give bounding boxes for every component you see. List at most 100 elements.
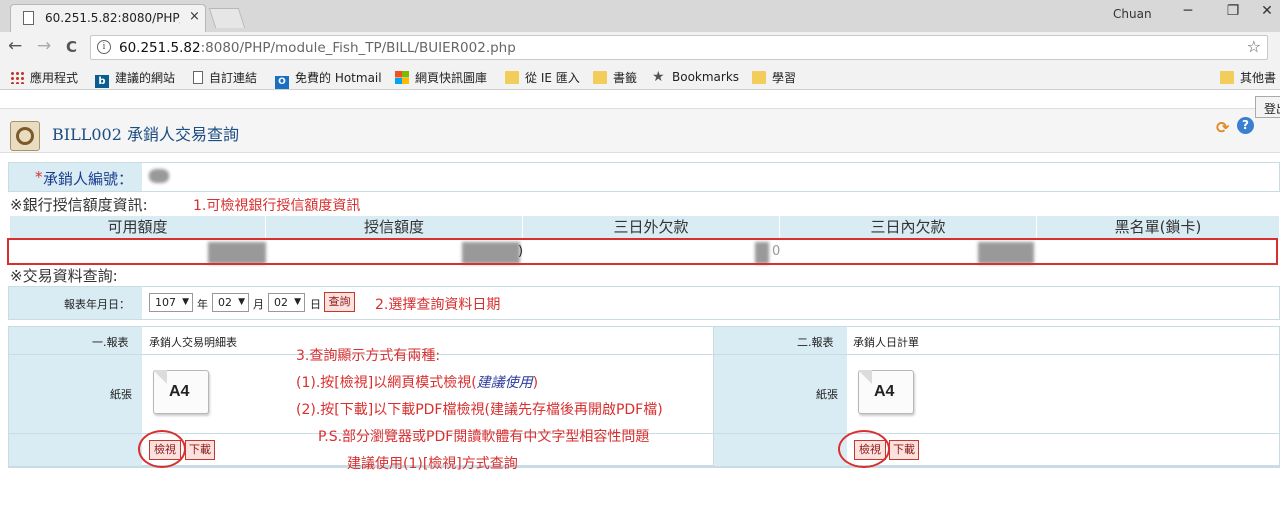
site-info-icon[interactable]: i xyxy=(97,40,111,54)
header-debt-within-3days: 三日內欠款 xyxy=(780,216,1037,238)
report-date-label: 報表年月日： xyxy=(64,298,130,311)
day-select[interactable]: 02 ▼ xyxy=(268,293,305,312)
bookmark-ie-import[interactable]: 從 IE 匯入 xyxy=(505,69,580,86)
bank-section-title: ※銀行授信額度資訊: xyxy=(10,196,148,214)
bookmark-label: 學習 xyxy=(772,71,797,85)
bookmark-label: 自訂連結 xyxy=(209,71,258,85)
required-star: * xyxy=(35,168,43,186)
folder-icon xyxy=(1220,71,1234,84)
minimize-icon[interactable]: ─ xyxy=(1176,3,1200,19)
month-unit: 月 xyxy=(253,298,264,311)
page-icon xyxy=(193,71,203,84)
bookmark-web-slice[interactable]: 網頁快訊圖庫 xyxy=(395,69,487,86)
annotation-note-3-line2: (2).按[下載]以下載PDF檔檢視(建議先存檔後再開啟PDF檔) xyxy=(296,402,663,418)
month-value: 02 xyxy=(218,296,232,309)
close-window-icon[interactable]: ✕ xyxy=(1255,3,1279,19)
annotation-note-3-line4: 建議使用(1)[檢視]方式查詢 xyxy=(347,456,518,472)
header-debt-over-3days: 三日外欠款 xyxy=(523,216,780,238)
bookmark-label: 其他書 xyxy=(1240,71,1277,85)
month-select[interactable]: 02 ▼ xyxy=(212,293,249,312)
bookmark-label: Bookmarks xyxy=(672,70,740,84)
report1-number: 一.報表 xyxy=(92,336,129,349)
transaction-section-title: ※交易資料查詢: xyxy=(10,267,118,285)
annotation-note-3-line3: P.S.部分瀏覽器或PDF閱讀軟體有中文字型相容性問題 xyxy=(318,429,650,445)
star-icon: ★ xyxy=(652,69,665,85)
bookmark-study[interactable]: 學習 xyxy=(752,69,796,86)
annotation-note-3-title: 3.查詢顯示方式有兩種: xyxy=(296,348,441,364)
underwriter-row: * 承銷人編號： xyxy=(8,162,1280,192)
annotation-highlight-box xyxy=(7,238,1278,265)
bookmark-other[interactable]: 其他書 xyxy=(1220,69,1276,86)
note3-line1-pre: (1).按[檢視]以網頁模式檢視( xyxy=(296,375,477,391)
folder-icon xyxy=(593,71,607,84)
annotation-note-2: 2.選擇查詢資料日期 xyxy=(375,297,501,313)
a4-paper-icon[interactable]: A4 xyxy=(153,368,211,416)
bookmark-star-icon[interactable]: ☆ xyxy=(1247,37,1261,56)
reload-icon[interactable]: C xyxy=(66,38,77,56)
bookmark-label: 應用程式 xyxy=(30,71,79,85)
help-icon[interactable]: ? xyxy=(1237,117,1254,134)
a4-text: A4 xyxy=(874,383,895,400)
logout-button[interactable]: 登出 xyxy=(1255,96,1280,118)
new-tab-button[interactable] xyxy=(208,8,246,28)
header-available-credit: 可用額度 xyxy=(10,216,266,238)
profile-name[interactable]: Chuan xyxy=(1113,7,1152,21)
refresh-icon[interactable]: ⟳ xyxy=(1216,118,1229,137)
a4-text: A4 xyxy=(169,383,190,400)
bookmark-hotmail[interactable]: O 免費的 Hotmail xyxy=(275,69,382,89)
chevron-down-icon: ▼ xyxy=(182,297,189,307)
bookmarks-bar: 應用程式 b 建議的網站 自訂連結 O 免費的 Hotmail 網頁快訊圖庫 從 I… xyxy=(0,62,1280,90)
bookmark-bookmarks[interactable]: ★ Bookmarks xyxy=(652,69,739,85)
page-icon xyxy=(23,11,34,25)
ship-wheel-icon xyxy=(10,121,40,151)
url-host: 60.251.5.82 xyxy=(119,40,201,56)
annotation-note-1: 1.可檢視銀行授信額度資訊 xyxy=(193,198,361,214)
bookmark-label: 免費的 Hotmail xyxy=(295,71,382,85)
underwriter-id-redacted xyxy=(149,169,169,183)
column-divider xyxy=(713,327,714,466)
page-header: BILL002 承銷人交易查詢 ⟳ ? xyxy=(0,108,1280,153)
report2-name: 承銷人日計單 xyxy=(853,336,919,349)
annotation-note-3-line1: (1).按[檢視]以網頁模式檢視(建議使用) xyxy=(296,372,538,392)
windows-icon xyxy=(395,71,409,84)
bookmark-apps[interactable]: 應用程式 xyxy=(10,69,78,86)
bookmark-label: 從 IE 匯入 xyxy=(525,71,580,85)
browser-tab-bar: 60.251.5.82:8080/PHP/( × Chuan ─ ❐ ✕ xyxy=(0,0,1280,32)
annotation-circle xyxy=(138,430,186,468)
chevron-down-icon: ▼ xyxy=(294,297,301,307)
query-button[interactable]: 查詢 xyxy=(324,292,355,312)
bookmark-custom-links[interactable]: 自訂連結 xyxy=(193,69,257,86)
maximize-icon[interactable]: ❐ xyxy=(1221,3,1245,19)
browser-tab[interactable]: 60.251.5.82:8080/PHP/( × xyxy=(10,4,206,32)
underwriter-label: 承銷人編號： xyxy=(43,170,134,188)
note3-line1-post: ) xyxy=(532,375,539,391)
chevron-down-icon: ▼ xyxy=(238,297,245,307)
report2-number: 二.報表 xyxy=(797,336,834,349)
url-path: :8080/PHP/module_Fish_TP/BILL/BUIER002.p… xyxy=(200,40,516,56)
header-credit-line: 授信額度 xyxy=(266,216,523,238)
tab-close-icon[interactable]: × xyxy=(189,9,200,24)
back-icon[interactable]: ← xyxy=(8,36,22,56)
paper-label: 紙張 xyxy=(816,388,838,401)
year-value: 107 xyxy=(155,296,176,309)
bookmark-suggested[interactable]: b 建議的網站 xyxy=(95,69,175,88)
download-button-report2[interactable]: 下載 xyxy=(889,440,919,460)
bookmark-bookmarks-folder[interactable]: 書籤 xyxy=(593,69,637,86)
day-value: 02 xyxy=(274,296,288,309)
folder-icon xyxy=(752,71,766,84)
tab-title: 60.251.5.82:8080/PHP/( xyxy=(45,11,180,25)
year-unit: 年 xyxy=(197,298,208,311)
day-unit: 日 xyxy=(310,298,321,311)
a4-paper-icon[interactable]: A4 xyxy=(858,368,916,416)
download-button-report1[interactable]: 下載 xyxy=(185,440,215,460)
year-select[interactable]: 107 ▼ xyxy=(149,293,193,312)
paper-label: 紙張 xyxy=(110,388,132,401)
folder-icon xyxy=(505,71,519,84)
bing-icon: b xyxy=(95,75,109,88)
note3-line1-emphasis: 建議使用 xyxy=(476,375,533,391)
url-text: 60.251.5.82:8080/PHP/module_Fish_TP/BILL… xyxy=(119,40,516,56)
forward-icon[interactable]: → xyxy=(37,36,51,56)
header-blacklist: 黑名單(鎖卡) xyxy=(1037,216,1280,238)
address-bar[interactable]: i 60.251.5.82:8080/PHP/module_Fish_TP/BI… xyxy=(90,35,1268,60)
report1-name: 承銷人交易明細表 xyxy=(149,336,237,349)
